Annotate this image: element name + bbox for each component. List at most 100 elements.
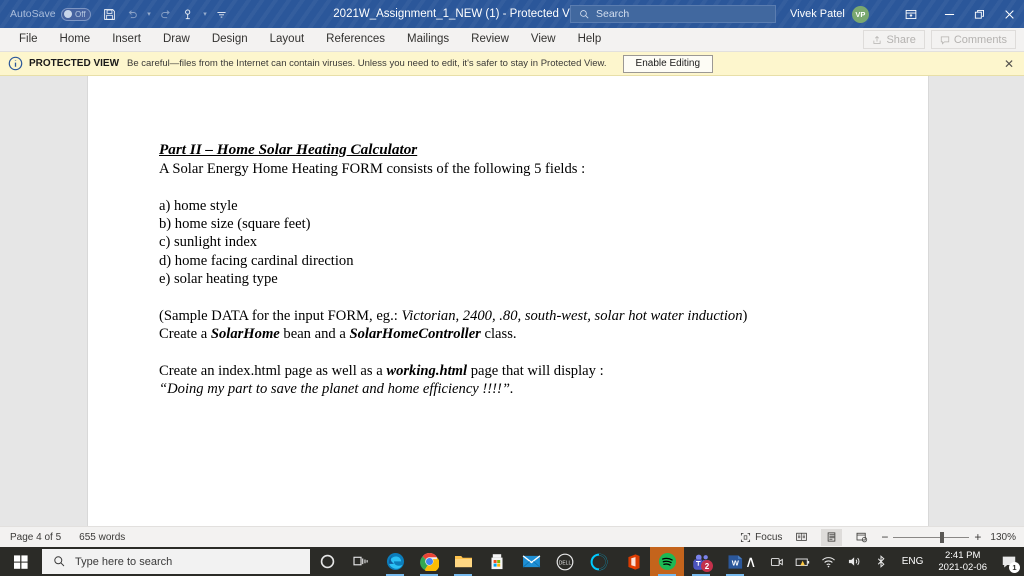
tab-view[interactable]: View	[520, 28, 567, 51]
protected-view-title: PROTECTED VIEW	[29, 58, 120, 69]
tab-insert[interactable]: Insert	[101, 28, 152, 51]
print-layout-icon[interactable]	[821, 528, 843, 546]
google-chrome-icon[interactable]	[412, 547, 446, 576]
quick-access-toolbar: ▾ ▾	[99, 3, 233, 25]
notifications-icon[interactable]: 1	[994, 547, 1024, 576]
system-tray: ∧ ENG 2:41 PM 2021-02-06 1	[738, 547, 1024, 576]
enable-editing-button[interactable]: Enable Editing	[622, 54, 714, 73]
avatar[interactable]: VP	[851, 5, 869, 23]
create-prefix: Create a	[159, 325, 211, 342]
clock[interactable]: 2:41 PM 2021-02-06	[931, 550, 994, 574]
language-indicator[interactable]: ENG	[894, 556, 932, 567]
redo-icon[interactable]	[155, 3, 177, 25]
sample-data-values: Victorian, 2400, .80, south-west, solar …	[401, 307, 743, 324]
tab-references[interactable]: References	[315, 28, 396, 51]
cortana-icon[interactable]	[310, 547, 344, 576]
microsoft-store-icon[interactable]	[480, 547, 514, 576]
task-view-icon[interactable]	[344, 547, 378, 576]
file-explorer-icon[interactable]	[446, 547, 480, 576]
page-number-status[interactable]: Page 4 of 5	[10, 532, 61, 543]
tab-draw[interactable]: Draw	[152, 28, 201, 51]
meet-now-icon[interactable]	[764, 547, 790, 576]
zoom-level-label[interactable]: 130%	[990, 532, 1016, 543]
comments-label: Comments	[953, 33, 1007, 46]
field-item-b: b) home size (square feet)	[159, 216, 311, 233]
window-controls	[888, 0, 1024, 28]
notification-badge: 1	[1009, 562, 1020, 573]
status-right: Focus − + 130%	[740, 528, 1016, 546]
tab-help[interactable]: Help	[567, 28, 613, 51]
wifi-icon[interactable]	[816, 547, 842, 576]
zoom-slider[interactable]: − +	[881, 530, 981, 544]
battery-warning-icon[interactable]	[790, 547, 816, 576]
touch-mouse-mode-icon[interactable]	[178, 3, 200, 25]
tab-review[interactable]: Review	[460, 28, 520, 51]
restore-button[interactable]	[964, 0, 994, 28]
protected-view-message: Be careful—files from the Internet can c…	[127, 58, 607, 69]
create-suffix: class.	[480, 325, 517, 342]
sample-data-line: (Sample DATA for the input FORM, eg.: Vi…	[159, 307, 859, 325]
document-canvas[interactable]: Part II – Home Solar Heating Calculator …	[0, 76, 1024, 526]
bluetooth-icon[interactable]	[868, 547, 894, 576]
zoom-handle[interactable]	[940, 531, 945, 543]
web-layout-icon[interactable]	[851, 529, 872, 546]
dell-icon[interactable]: DELL	[548, 547, 582, 576]
sample-data-suffix: )	[742, 307, 748, 324]
read-mode-icon[interactable]	[791, 529, 812, 546]
tab-design[interactable]: Design	[201, 28, 259, 51]
autosave-knob	[64, 10, 73, 18]
microsoft-edge-icon[interactable]	[378, 547, 412, 576]
taskbar-search-input[interactable]: Type here to search	[42, 549, 310, 574]
close-banner-icon[interactable]: ✕	[1004, 57, 1014, 71]
tab-mailings[interactable]: Mailings	[396, 28, 460, 51]
zoom-in-button[interactable]: +	[974, 530, 981, 544]
pages-line: Create an index.html page as well as a w…	[159, 362, 859, 380]
autosave-toggle[interactable]: AutoSave Off	[10, 7, 91, 21]
ribbon-actions: Share Comments	[863, 30, 1016, 49]
undo-dropdown-chevron-down-icon[interactable]: ▾	[145, 3, 154, 25]
zoom-out-button[interactable]: −	[881, 530, 888, 544]
minimize-button[interactable]	[934, 0, 964, 28]
tab-layout[interactable]: Layout	[259, 28, 316, 51]
comments-button[interactable]: Comments	[930, 30, 1016, 49]
alexa-icon[interactable]	[582, 547, 616, 576]
taskbar-icons: DELL 2 W	[310, 547, 752, 576]
tab-home[interactable]: Home	[49, 28, 102, 51]
account-area[interactable]: Vivek Patel VP	[790, 0, 869, 28]
search-placeholder: Search	[596, 8, 630, 20]
focus-label: Focus	[755, 531, 783, 543]
focus-button[interactable]: Focus	[740, 532, 782, 543]
spotify-icon[interactable]	[650, 547, 684, 576]
share-button[interactable]: Share	[863, 30, 925, 49]
word-protected-view-window: AutoSave Off ▾ ▾ 2021W_Assignment_1_NEW …	[0, 0, 1024, 576]
quote-text: “Doing my part to save the planet and ho…	[159, 380, 514, 397]
create-bean-line: Create a SolarHome bean and a SolarHomeC…	[159, 325, 859, 343]
ribbon-display-options-icon[interactable]	[888, 0, 934, 28]
title-bar: AutoSave Off ▾ ▾ 2021W_Assignment_1_NEW …	[0, 0, 1024, 28]
document-text: Part II – Home Solar Heating Calculator …	[159, 141, 859, 398]
tab-file[interactable]: File	[8, 28, 49, 51]
save-icon[interactable]	[99, 3, 121, 25]
svg-text:DELL: DELL	[559, 560, 572, 566]
zoom-track[interactable]	[893, 531, 970, 543]
word-count-status[interactable]: 655 words	[79, 532, 125, 543]
volume-icon[interactable]	[842, 547, 868, 576]
mail-icon[interactable]	[514, 547, 548, 576]
document-heading: Part II – Home Solar Heating Calculator	[159, 141, 418, 158]
close-button[interactable]	[994, 0, 1024, 28]
clock-time: 2:41 PM	[945, 549, 981, 561]
autosave-switch[interactable]: Off	[60, 7, 91, 21]
start-button-icon[interactable]	[0, 547, 42, 576]
protected-view-banner: PROTECTED VIEW Be careful—files from the…	[0, 52, 1024, 76]
working-file-name: working.html	[386, 362, 468, 379]
autosave-label: AutoSave	[10, 8, 56, 20]
microsoft-office-icon[interactable]	[616, 547, 650, 576]
show-hidden-icons-chevron-up-icon[interactable]: ∧	[738, 547, 764, 576]
document-page[interactable]: Part II – Home Solar Heating Calculator …	[88, 76, 928, 526]
search-input[interactable]: Search	[570, 5, 776, 23]
customize-quick-access-toolbar-icon[interactable]	[211, 3, 233, 25]
touch-mode-dropdown-chevron-down-icon[interactable]: ▾	[201, 3, 210, 25]
microsoft-teams-icon[interactable]: 2	[684, 547, 718, 576]
undo-icon[interactable]	[122, 3, 144, 25]
